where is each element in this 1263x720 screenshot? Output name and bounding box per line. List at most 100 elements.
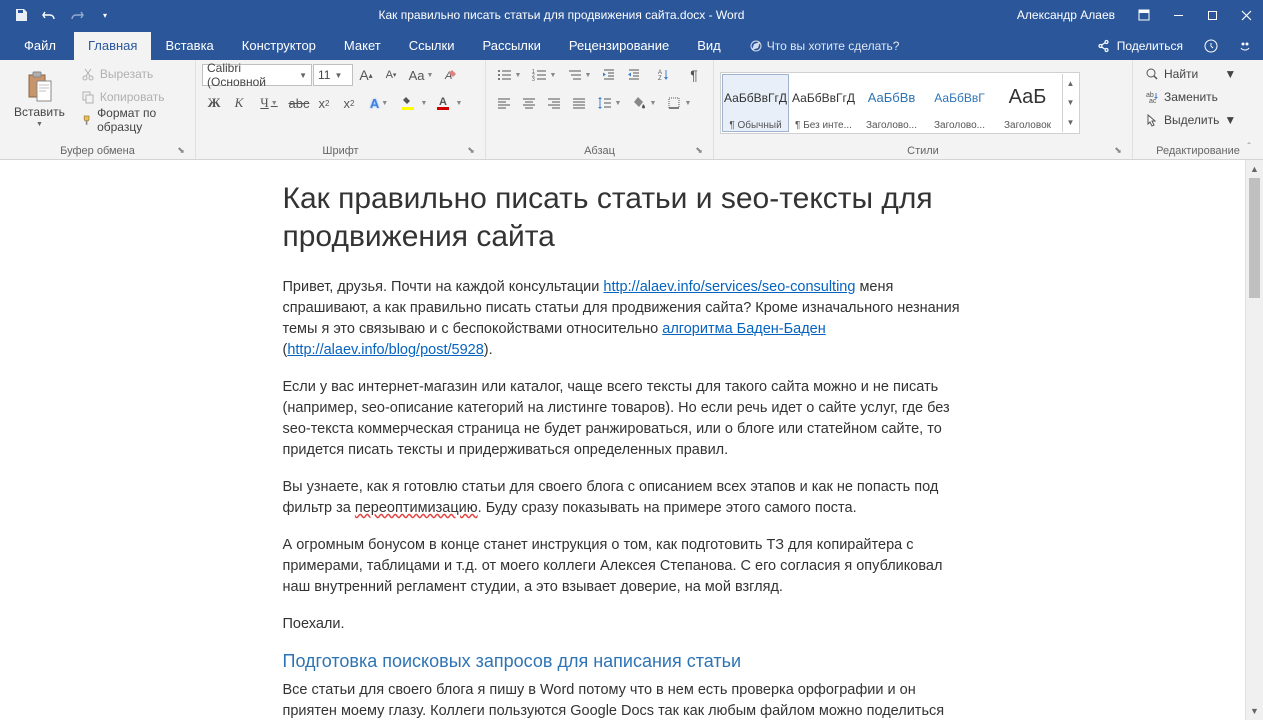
save-button[interactable] xyxy=(8,3,34,27)
multilevel-list-button[interactable]: ▼ xyxy=(562,63,596,87)
doc-paragraph-5[interactable]: Поехали. xyxy=(283,614,963,635)
tab-view[interactable]: Вид xyxy=(683,32,735,60)
scroll-down-button[interactable]: ▼ xyxy=(1246,702,1263,720)
redo-button[interactable] xyxy=(64,3,90,27)
change-case-button[interactable]: Aa▼ xyxy=(404,63,438,87)
link-consulting[interactable]: http://alaev.info/services/seo-consultin… xyxy=(603,279,855,295)
clear-formatting-button[interactable]: A xyxy=(439,63,463,87)
text-effects-button[interactable]: A▼ xyxy=(362,91,396,115)
doc-title[interactable]: Как правильно писать статьи и seo-тексты… xyxy=(283,180,963,255)
style-heading2[interactable]: АаБбВвГЗаголово... xyxy=(926,74,993,132)
paste-button[interactable]: Вставить ▼ xyxy=(6,63,73,135)
history-button[interactable] xyxy=(1195,32,1227,60)
tab-mailings[interactable]: Рассылки xyxy=(468,32,554,60)
line-spacing-button[interactable]: ▼ xyxy=(592,91,626,115)
group-paragraph-label: Абзац xyxy=(584,145,615,157)
font-color-button[interactable]: A▼ xyxy=(432,91,466,115)
scroll-up-button[interactable]: ▲ xyxy=(1246,160,1263,178)
scroll-thumb[interactable] xyxy=(1249,178,1260,298)
shading-button[interactable]: ▼ xyxy=(627,91,661,115)
group-font: Calibri (Основной▼ 11▼ A▴ A▾ Aa▼ A Ж К Ч… xyxy=(196,60,486,159)
tab-design[interactable]: Конструктор xyxy=(228,32,330,60)
titlebar: ▾ Как правильно писать статьи для продви… xyxy=(0,0,1263,30)
styles-gallery-more[interactable]: ▲▼▼ xyxy=(1062,74,1078,132)
svg-text:ac: ac xyxy=(1149,98,1157,104)
font-name-combo[interactable]: Calibri (Основной▼ xyxy=(202,64,312,86)
tab-file[interactable]: Файл xyxy=(6,32,74,60)
strikethrough-button[interactable]: abc xyxy=(287,91,311,115)
bullets-button[interactable]: ▼ xyxy=(492,63,526,87)
format-painter-button[interactable]: Формат по образцу xyxy=(75,109,189,131)
clipboard-dialog-launcher[interactable]: ⬊ xyxy=(175,145,187,157)
minimize-button[interactable] xyxy=(1161,0,1195,30)
link-baden[interactable]: алгоритма Баден-Баден xyxy=(662,321,825,337)
borders-button[interactable]: ▼ xyxy=(662,91,696,115)
style-title[interactable]: АаБЗаголовок xyxy=(994,74,1061,132)
decrease-indent-button[interactable] xyxy=(597,63,621,87)
svg-text:Z: Z xyxy=(658,76,662,82)
justify-button[interactable] xyxy=(567,91,591,115)
grow-font-button[interactable]: A▴ xyxy=(354,63,378,87)
tab-insert[interactable]: Вставка xyxy=(151,32,227,60)
show-paragraph-button[interactable]: ¶ xyxy=(682,63,706,87)
share-button[interactable]: Поделиться xyxy=(1085,33,1195,59)
align-center-button[interactable] xyxy=(517,91,541,115)
close-button[interactable] xyxy=(1229,0,1263,30)
doc-paragraph-3[interactable]: Вы узнаете, как я готовлю статьи для сво… xyxy=(283,477,963,519)
qat-customize[interactable]: ▾ xyxy=(92,3,118,27)
group-clipboard-label: Буфер обмена xyxy=(60,145,135,157)
replace-button[interactable]: abacЗаменить xyxy=(1139,86,1242,108)
undo-button[interactable] xyxy=(36,3,62,27)
highlight-button[interactable]: ▼ xyxy=(397,91,431,115)
doc-paragraph-4[interactable]: А огромным бонусом в конце станет инстру… xyxy=(283,535,963,598)
superscript-button[interactable]: x2 xyxy=(337,91,361,115)
svg-text:3: 3 xyxy=(532,77,535,82)
tab-references[interactable]: Ссылки xyxy=(395,32,469,60)
ribbon-display-options[interactable] xyxy=(1127,0,1161,30)
align-right-button[interactable] xyxy=(542,91,566,115)
copy-button[interactable]: Копировать xyxy=(75,86,189,108)
tell-me-search[interactable]: Что вы хотите сделать? xyxy=(735,33,914,60)
cut-button[interactable]: Вырезать xyxy=(75,63,189,85)
doc-paragraph-2[interactable]: Если у вас интернет-магазин или каталог,… xyxy=(283,377,963,461)
underline-button[interactable]: Ч▼ xyxy=(252,91,286,115)
doc-paragraph-1[interactable]: Привет, друзья. Почти на каждой консульт… xyxy=(283,277,963,361)
group-paragraph: ▼ 123▼ ▼ AZ ¶ ▼ ▼ ▼ А xyxy=(486,60,714,159)
style-no-spacing[interactable]: АаБбВвГгД¶ Без инте... xyxy=(790,74,857,132)
group-styles-label: Стили xyxy=(907,145,939,157)
font-size-combo[interactable]: 11▼ xyxy=(313,64,353,86)
tab-review[interactable]: Рецензирование xyxy=(555,32,683,60)
quick-access-toolbar: ▾ xyxy=(0,3,118,27)
doc-heading-2[interactable]: Подготовка поисковых запросов для написа… xyxy=(283,651,963,672)
vertical-scrollbar[interactable]: ▲ ▼ xyxy=(1245,160,1263,720)
shrink-font-button[interactable]: A▾ xyxy=(379,63,403,87)
style-heading1[interactable]: АаБбВвЗаголово... xyxy=(858,74,925,132)
page-scroll[interactable]: Как правильно писать статьи и seo-тексты… xyxy=(0,160,1245,720)
styles-gallery[interactable]: АаБбВвГгД¶ Обычный АаБбВвГгД¶ Без инте..… xyxy=(720,72,1080,134)
numbering-button[interactable]: 123▼ xyxy=(527,63,561,87)
link-post5928[interactable]: http://alaev.info/blog/post/5928 xyxy=(287,342,483,358)
page[interactable]: Как правильно писать статьи и seo-тексты… xyxy=(203,160,1043,720)
font-dialog-launcher[interactable]: ⬊ xyxy=(465,145,477,157)
paragraph-dialog-launcher[interactable]: ⬊ xyxy=(693,145,705,157)
subscript-button[interactable]: x2 xyxy=(312,91,336,115)
bold-button[interactable]: Ж xyxy=(202,91,226,115)
collapse-ribbon-button[interactable]: ˆ xyxy=(1241,139,1257,155)
maximize-button[interactable] xyxy=(1195,0,1229,30)
spelling-error[interactable]: переоптимизацию xyxy=(355,500,478,516)
select-button[interactable]: Выделить▼ xyxy=(1139,109,1242,131)
italic-button[interactable]: К xyxy=(227,91,251,115)
styles-dialog-launcher[interactable]: ⬊ xyxy=(1112,145,1124,157)
style-normal[interactable]: АаБбВвГгД¶ Обычный xyxy=(722,74,789,132)
tab-home[interactable]: Главная xyxy=(74,32,151,60)
feedback-button[interactable] xyxy=(1227,32,1263,60)
group-font-label: Шрифт xyxy=(322,145,358,157)
sort-button[interactable]: AZ xyxy=(647,63,681,87)
user-name[interactable]: Александр Алаев xyxy=(1005,8,1127,22)
doc-paragraph-6[interactable]: Все статьи для своего блога я пишу в Wor… xyxy=(283,680,963,720)
align-left-button[interactable] xyxy=(492,91,516,115)
group-styles: АаБбВвГгД¶ Обычный АаБбВвГгД¶ Без инте..… xyxy=(714,60,1133,159)
increase-indent-button[interactable] xyxy=(622,63,646,87)
tab-layout[interactable]: Макет xyxy=(330,32,395,60)
find-button[interactable]: Найти▼ xyxy=(1139,63,1242,85)
